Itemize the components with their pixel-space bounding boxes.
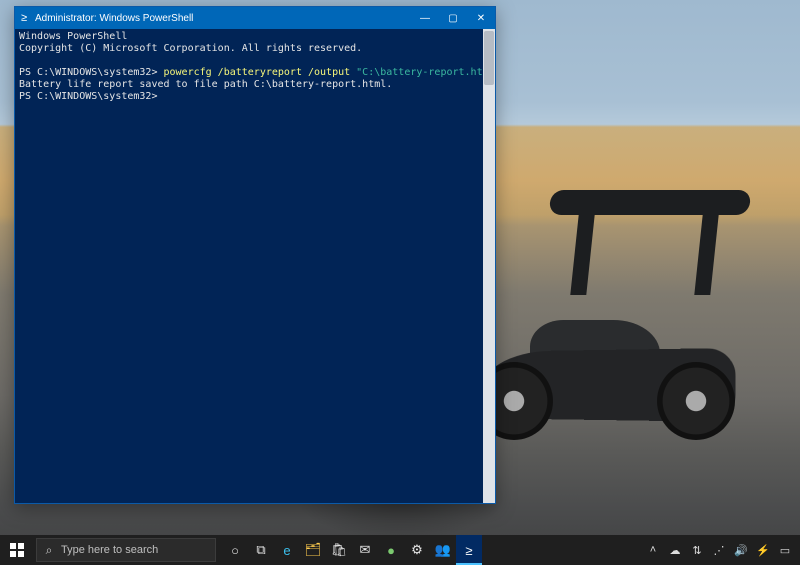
app-icon[interactable]: ●: [378, 535, 404, 565]
terminal-line: PS C:\WINDOWS\system32> powercfg /batter…: [19, 67, 491, 79]
search-icon: ⌕: [37, 543, 61, 558]
close-button[interactable]: ✕: [467, 7, 495, 29]
taskbar: ⌕ Type here to search ○ ⧉ e 🗂 🛍 ✉ ● ⚙ 👥 …: [0, 535, 800, 565]
start-button[interactable]: [0, 535, 34, 565]
tray-overflow-icon[interactable]: ˄: [642, 535, 664, 565]
terminal-body[interactable]: Windows PowerShell Copyright (C) Microso…: [15, 29, 495, 503]
network-icon[interactable]: ⇅: [686, 535, 708, 565]
terminal-line: [19, 103, 491, 115]
taskview-icon[interactable]: ⧉: [248, 535, 274, 565]
taskbar-apps: ○ ⧉ e 🗂 🛍 ✉ ● ⚙ 👥 ≥: [222, 535, 482, 565]
search-placeholder: Type here to search: [61, 544, 158, 556]
terminal-line: PS C:\WINDOWS\system32>: [19, 91, 491, 103]
scrollbar-thumb[interactable]: [484, 31, 494, 85]
power-icon[interactable]: ⚡: [752, 535, 774, 565]
terminal-line: Windows PowerShell: [19, 31, 491, 43]
notifications-icon[interactable]: ▭: [774, 535, 796, 565]
settings-icon[interactable]: ⚙: [404, 535, 430, 565]
cortana-icon[interactable]: ○: [222, 535, 248, 565]
terminal-line: Copyright (C) Microsoft Corporation. All…: [19, 43, 491, 55]
wallpaper-car: [460, 160, 760, 440]
prompt-text: PS C:\WINDOWS\system32>: [19, 67, 164, 78]
windows-icon: [10, 543, 24, 557]
window-title: Administrator: Windows PowerShell: [33, 13, 411, 24]
mail-icon[interactable]: ✉: [352, 535, 378, 565]
search-box[interactable]: ⌕ Type here to search: [36, 538, 216, 562]
string-text: "C:\battery-report.html": [356, 67, 495, 78]
maximize-button[interactable]: ▢: [439, 7, 467, 29]
store-icon[interactable]: 🛍: [326, 535, 352, 565]
powershell-icon: ≥: [15, 12, 33, 24]
sound-icon[interactable]: 🔊: [730, 535, 752, 565]
titlebar[interactable]: ≥ Administrator: Windows PowerShell — ▢ …: [15, 7, 495, 29]
scrollbar[interactable]: [483, 29, 495, 503]
onedrive-icon[interactable]: ☁: [664, 535, 686, 565]
teams-icon[interactable]: 👥: [430, 535, 456, 565]
wifi-icon[interactable]: ⋰: [708, 535, 730, 565]
terminal-line: [19, 55, 491, 67]
command-text: powercfg /batteryreport /output: [164, 67, 357, 78]
system-tray: ˄ ☁ ⇅ ⋰ 🔊 ⚡ ▭: [642, 535, 800, 565]
explorer-icon[interactable]: 🗂: [300, 535, 326, 565]
powershell-window: ≥ Administrator: Windows PowerShell — ▢ …: [14, 6, 496, 504]
terminal-line: Battery life report saved to file path C…: [19, 79, 491, 91]
powershell-taskbar-icon[interactable]: ≥: [456, 535, 482, 565]
edge-icon[interactable]: e: [274, 535, 300, 565]
desktop: ≥ Administrator: Windows PowerShell — ▢ …: [0, 0, 800, 565]
minimize-button[interactable]: —: [411, 7, 439, 29]
